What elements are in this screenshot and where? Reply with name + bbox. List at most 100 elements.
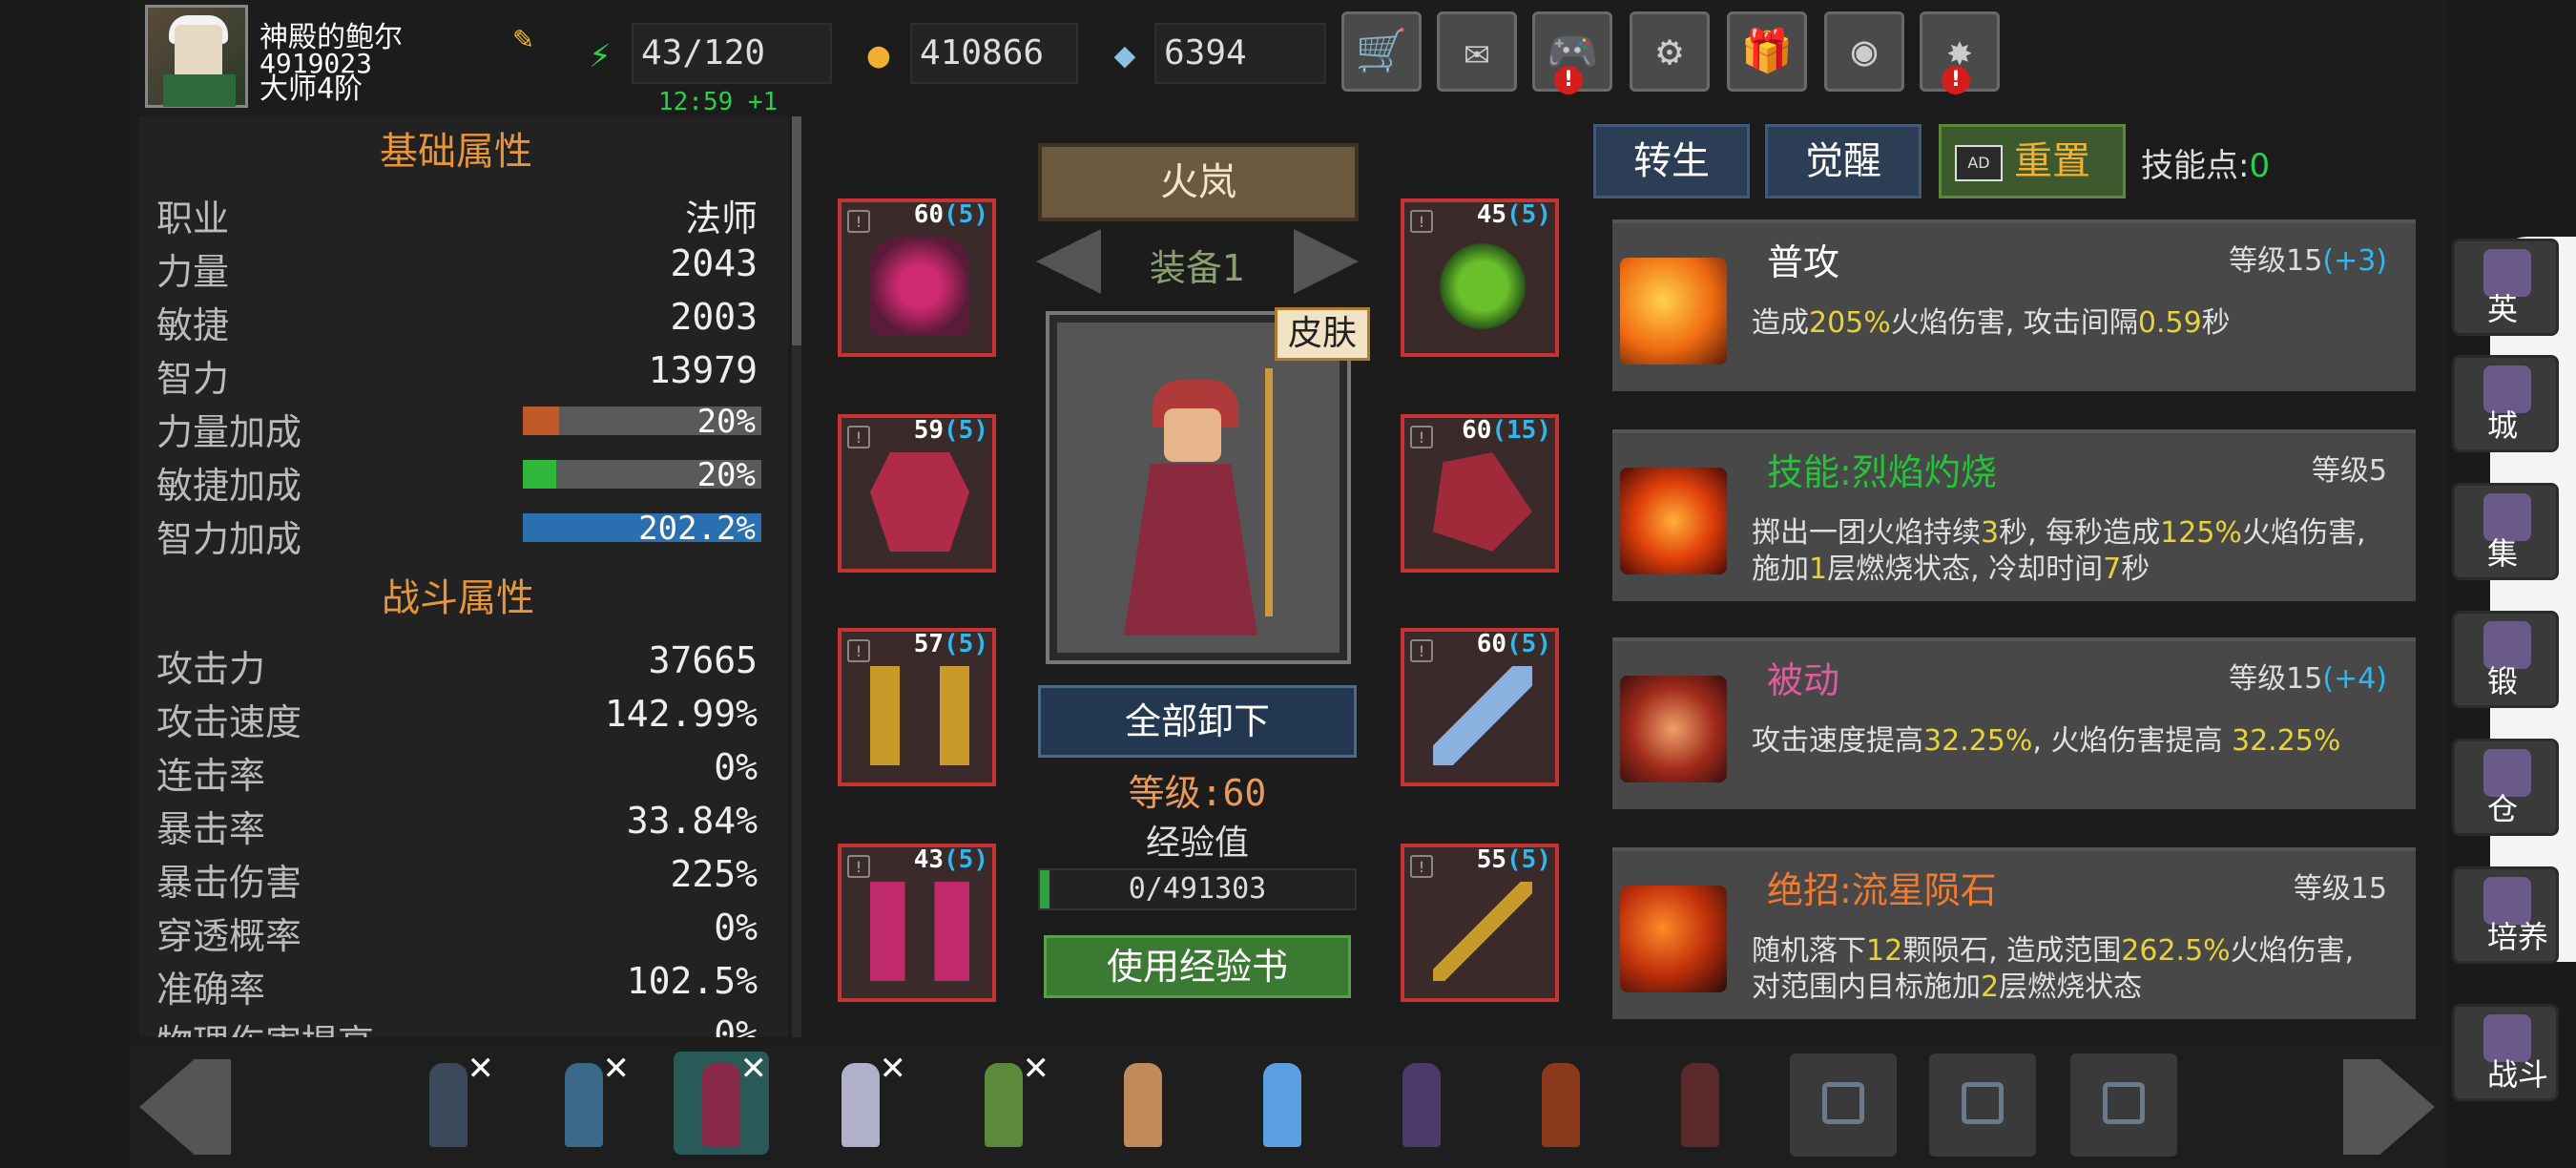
side-nav-label: 战斗 xyxy=(2487,1056,2549,1093)
hero-portrait-thumb[interactable]: ✕ xyxy=(956,1050,1051,1155)
side-nav-label: 城 xyxy=(2487,407,2519,444)
skill-description: 造成205%火焰伤害, 攻击间隔0.59秒 xyxy=(1752,305,2391,342)
stats-scroll-thumb[interactable] xyxy=(792,116,801,345)
side-nav-castle[interactable]: 城 xyxy=(2452,355,2559,452)
equip-enhance: (5) xyxy=(1506,200,1551,229)
skill-card[interactable]: 普攻 等级15(+3) 造成205%火焰伤害, 攻击间隔0.59秒 xyxy=(1612,219,2416,391)
skill-number: 125% xyxy=(2160,516,2242,550)
side-nav-storage[interactable]: 仓 xyxy=(2452,739,2559,836)
skill-level: 等级15 xyxy=(2294,865,2387,907)
skill-points-value: 0 xyxy=(2249,147,2271,185)
reset-skills-button[interactable]: AD 重置 xyxy=(1939,124,2126,198)
skill-level-value: 等级15 xyxy=(2229,244,2323,278)
skill-card[interactable]: 被动 等级15(+4) 攻击速度提高32.25%, 火焰伤害提高 32.25% xyxy=(1612,637,2416,809)
gem-icon: ◆ xyxy=(1113,33,1136,75)
hero-portrait-thumb[interactable]: ✕ xyxy=(674,1050,769,1155)
hero-portrait-thumb[interactable] xyxy=(1235,1052,1330,1155)
skill-number: 0.59 xyxy=(2137,306,2202,340)
color-wheel-button[interactable]: ◉ xyxy=(1824,11,1904,92)
equip-enhance: (5) xyxy=(944,845,988,874)
crossed-swords-icon: ✕ xyxy=(739,1050,768,1088)
lock-icon: ! xyxy=(1410,210,1433,233)
equip-enhance: (5) xyxy=(944,416,988,445)
tab-awaken[interactable]: 觉醒 xyxy=(1765,124,1922,198)
stat-label: 智力 xyxy=(156,358,230,400)
settings-button[interactable]: ⚙ xyxy=(1630,11,1710,92)
side-nav-portal[interactable]: 战斗 xyxy=(2452,1004,2559,1101)
hero-figure xyxy=(841,1063,880,1147)
equip-slot-gloves[interactable]: ! 60(15) xyxy=(1401,414,1559,573)
stat-label: 连击率 xyxy=(156,755,266,797)
hero-figure xyxy=(702,1063,740,1147)
hero-figure xyxy=(1542,1063,1580,1147)
stat-label: 准确率 xyxy=(156,969,266,1011)
equip-enhance: (15) xyxy=(1491,416,1551,445)
skill-description: 掷出一团火焰持续3秒, 每秒造成125%火焰伤害, 施加1层燃烧状态, 冷却时间… xyxy=(1752,515,2391,588)
player-rank: 大师4阶 xyxy=(260,73,364,106)
skill-level: 等级5 xyxy=(2312,447,2387,489)
edit-icon[interactable]: ✎ xyxy=(513,21,548,55)
equip-slot-armor[interactable]: ! 59(5) xyxy=(838,414,996,573)
hero-portrait-thumb[interactable]: ✕ xyxy=(401,1050,496,1155)
side-nav-forge[interactable]: 锻 xyxy=(2452,611,2559,708)
settings-gear-icon: ⚙ xyxy=(1656,27,1683,75)
stat-value: 37665 xyxy=(648,639,758,681)
player-avatar[interactable] xyxy=(145,5,248,108)
stats-panel[interactable]: 基础属性 职业 法师 力量 2043 敏捷 2003 智力 13979 力量加成 20% 敏捷加成… xyxy=(139,116,788,1037)
side-overlay-panel[interactable] xyxy=(2490,237,2576,962)
stat-value: 0% xyxy=(714,1013,758,1037)
side-nav-train[interactable]: 培养 xyxy=(2452,866,2559,964)
hero-figure xyxy=(1124,1063,1162,1147)
skill-card[interactable]: 技能:烈焰灼烧 等级5 掷出一团火焰持续3秒, 每秒造成125%火焰伤害, 施加1层… xyxy=(1612,429,2416,601)
unequip-all-button[interactable]: 全部卸下 xyxy=(1038,685,1357,758)
tab-rebirth[interactable]: 转生 xyxy=(1593,124,1750,198)
stat-row: 暴击率 33.84% xyxy=(156,794,758,850)
equip-slot-legs[interactable]: ! 57(5) xyxy=(838,628,996,786)
hero-face xyxy=(1164,408,1221,462)
stat-value: 13979 xyxy=(648,349,758,391)
bonus-row: 敏捷加成 20% xyxy=(156,450,761,507)
hero-portrait-thumb[interactable] xyxy=(1652,1052,1748,1155)
gamepad-button[interactable]: 🎮! xyxy=(1532,11,1612,94)
locked-hero-slot[interactable] xyxy=(2070,1053,2177,1157)
crossed-swords-icon: ✕ xyxy=(602,1050,631,1088)
hero-portrait-thumb[interactable] xyxy=(1374,1052,1469,1155)
skill-number: 7 xyxy=(2103,553,2122,586)
hero-portrait-thumb[interactable]: ✕ xyxy=(536,1050,632,1155)
skin-tab[interactable]: 皮肤 xyxy=(1275,307,1370,361)
hero-name-banner: 火岚 xyxy=(1038,143,1359,221)
side-nav-collection[interactable]: 集 xyxy=(2452,483,2559,580)
skill-points: 技能点:0 xyxy=(2141,139,2270,186)
stat-row: 敏捷 2003 xyxy=(156,290,758,346)
skill-card[interactable]: 绝招:流星陨石 等级15 随机落下12颗陨石, 造成范围262.5%火焰伤害, 对范… xyxy=(1612,847,2416,1019)
stat-value: 102.5% xyxy=(626,960,758,1002)
skill-title: 技能:烈焰灼烧 xyxy=(1767,451,1997,493)
equip-slot-amulet[interactable]: ! 45(5) xyxy=(1401,198,1559,357)
mail-button[interactable]: ✉ xyxy=(1437,11,1517,92)
equip-slot-boots[interactable]: ! 43(5) xyxy=(838,844,996,1002)
equip-slot-helmet[interactable]: ! 60(5) xyxy=(838,198,996,357)
side-nav-helmet[interactable]: 英 xyxy=(2452,239,2559,336)
locked-hero-slot[interactable] xyxy=(1790,1053,1897,1157)
hero-portrait-thumb[interactable] xyxy=(1095,1052,1191,1155)
shop-cart-button[interactable]: 🛒 xyxy=(1341,11,1422,92)
equip-slot-ring[interactable]: ! 60(5) xyxy=(1401,628,1559,786)
locked-hero-slot[interactable] xyxy=(1929,1053,2036,1157)
equip-enhance: (5) xyxy=(1506,630,1551,658)
equip-slot-staff[interactable]: ! 55(5) xyxy=(1401,844,1559,1002)
fireworks-button[interactable]: ✸! xyxy=(1920,11,2000,94)
hero-portrait-thumb[interactable]: ✕ xyxy=(813,1050,908,1155)
boots-icon xyxy=(870,882,969,981)
stat-label: 力量 xyxy=(156,251,230,293)
use-exp-book-button[interactable]: 使用经验书 xyxy=(1044,935,1351,998)
hero-portrait-thumb[interactable] xyxy=(1513,1052,1609,1155)
exp-bar: 0/491303 xyxy=(1038,868,1357,910)
hero-figure xyxy=(429,1063,467,1147)
hero-portrait xyxy=(1046,311,1351,664)
armor-icon xyxy=(870,452,969,552)
equip-enhance: (5) xyxy=(944,630,988,658)
stat-label: 穿透概率 xyxy=(156,915,302,957)
skill-level-value: 等级5 xyxy=(2311,454,2387,488)
lock-icon xyxy=(2103,1082,2145,1124)
gift-button[interactable]: 🎁 xyxy=(1727,11,1807,92)
